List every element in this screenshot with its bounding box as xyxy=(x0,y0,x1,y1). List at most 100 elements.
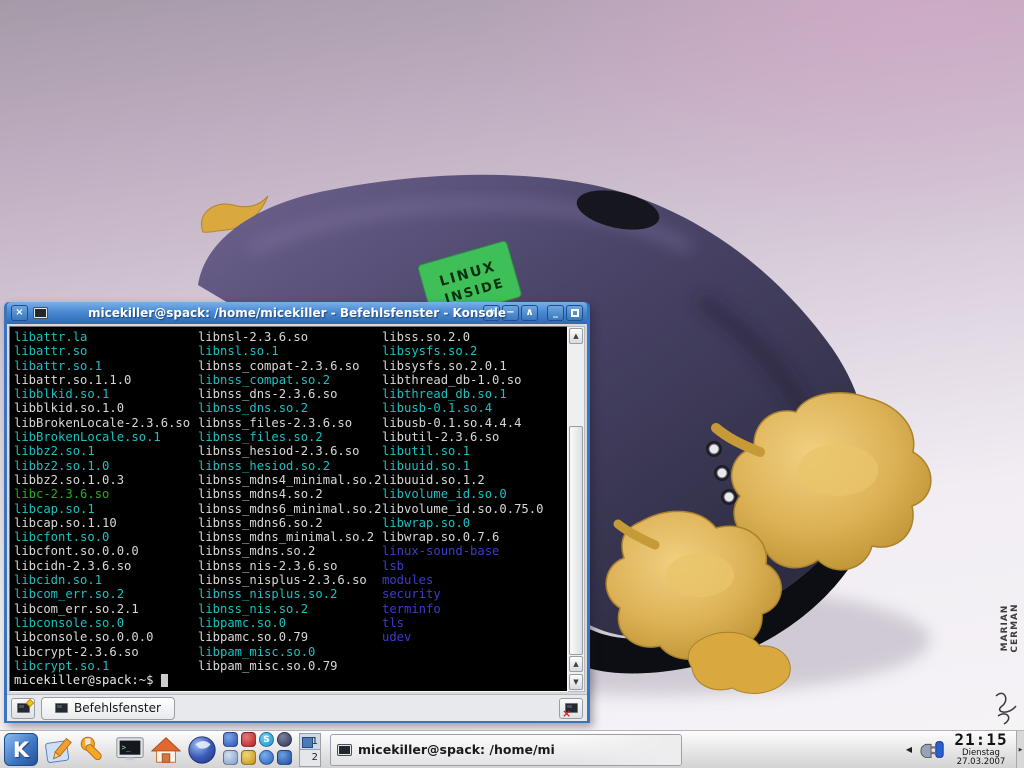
file-entry: libcrypt-2.3.6.so xyxy=(14,645,198,659)
file-entry: libbz2.so.1 xyxy=(14,444,198,458)
file-entry: libwrap.so.0 xyxy=(382,516,566,530)
file-entry: libnss_compat-2.3.6.so xyxy=(198,359,382,373)
pager-desktop-2[interactable]: 2 xyxy=(300,749,320,766)
file-entry: security xyxy=(382,587,566,601)
clock-date: 27.03.2007 xyxy=(957,758,1006,767)
task-monitor-icon xyxy=(337,744,352,756)
file-entry: libcidn.so.1 xyxy=(14,573,198,587)
file-entry: libcom_err.so.2 xyxy=(14,587,198,601)
kwrite-launcher[interactable] xyxy=(41,733,74,766)
file-entry: libcap.so.1.10 xyxy=(14,516,198,530)
task-label: micekiller@spack: /home/mi xyxy=(358,742,555,757)
file-entry: libnss_mdns4.so.2 xyxy=(198,487,382,501)
kmenu-button[interactable]: K xyxy=(4,733,38,766)
svg-text:>_: >_ xyxy=(121,743,131,752)
blue-face-icon[interactable] xyxy=(259,750,274,765)
file-entry: libnss_mdns6.so.2 xyxy=(198,516,382,530)
file-entry: libvolume_id.so.0.75.0 xyxy=(382,502,566,516)
close-button[interactable]: × xyxy=(11,305,28,321)
desktop-pager: 1 2 xyxy=(299,733,321,767)
file-entry: libcap.so.1 xyxy=(14,502,198,516)
tab-befehlsfenster[interactable]: Befehlsfenster xyxy=(41,697,175,720)
yellow-pencil-icon[interactable] xyxy=(241,750,256,765)
globe-icon xyxy=(186,734,218,766)
scroll-up-button-bottom[interactable]: ▲ xyxy=(569,656,583,672)
konqueror-launcher[interactable] xyxy=(185,733,218,766)
scroll-down-button[interactable]: ▼ xyxy=(569,674,583,690)
minimize-button[interactable]: _ xyxy=(547,305,564,321)
file-entry: libutil-2.3.6.so xyxy=(382,430,566,444)
file-entry: libthread_db.so.1 xyxy=(382,387,566,401)
terminal-cursor xyxy=(161,674,168,687)
file-entry: libnss_hesiod.so.2 xyxy=(198,459,382,473)
terminal-column-1: libattr.lalibattr.solibattr.so.1libattr.… xyxy=(14,330,198,691)
file-entry: libnss_hesiod-2.3.6.so xyxy=(198,444,382,458)
file-entry: libcfont.so.0.0.0 xyxy=(14,544,198,558)
terminal-scrollbar[interactable]: ▲ ▲ ▼ xyxy=(568,326,585,692)
clock-time: 21:15 xyxy=(954,732,1007,749)
konsole-app-icon xyxy=(33,307,48,319)
home-launcher[interactable] xyxy=(149,733,182,766)
tray-expand-arrow[interactable]: ◀ xyxy=(903,745,915,754)
file-entry: udev xyxy=(382,630,566,644)
file-entry: libconsole.so.0.0.0 xyxy=(14,630,198,644)
file-entry: libuuid.so.1.2 xyxy=(382,473,566,487)
maximize-button[interactable] xyxy=(566,305,583,321)
file-entry: libsysfs.so.2.0.1 xyxy=(382,359,566,373)
dark-globe-icon[interactable] xyxy=(277,732,292,747)
terminal-output[interactable]: libattr.lalibattr.solibattr.so.1libattr.… xyxy=(9,326,568,692)
file-entry: libbz2.so.1.0 xyxy=(14,459,198,473)
kopete-icon[interactable] xyxy=(223,732,238,747)
file-entry: libutil.so.1 xyxy=(382,444,566,458)
task-label-fade xyxy=(571,735,681,765)
file-entry: libnss_nis.so.2 xyxy=(198,602,382,616)
taskbar-clock[interactable]: 21:15 Dienstag 27.03.2007 xyxy=(949,732,1013,767)
scrollbar-thumb[interactable] xyxy=(569,426,583,655)
file-entry: libusb-0.1.so.4.4.4 xyxy=(382,416,566,430)
taskbar-entry-konsole[interactable]: micekiller@spack: /home/mi xyxy=(330,734,682,766)
keep-above-button[interactable]: ∧ xyxy=(521,305,538,321)
file-entry: libcidn-2.3.6.so xyxy=(14,559,198,573)
pager-desktop-1[interactable]: 1 xyxy=(300,734,320,750)
taskbar: K >_ xyxy=(0,730,1024,768)
file-entry: libcrypt.so.1 xyxy=(14,659,198,673)
panel-hide-button[interactable]: ▶ xyxy=(1016,731,1024,768)
file-entry: libblkid.so.1.0 xyxy=(14,401,198,415)
file-entry: libnss_mdns.so.2 xyxy=(198,544,382,558)
file-entry: libnsl.so.1 xyxy=(198,344,382,358)
konsole-window: × micekiller@spack: /home/micekiller - B… xyxy=(4,302,590,723)
shade-button[interactable]: − xyxy=(502,305,519,321)
tab-label: Befehlsfenster xyxy=(74,701,161,715)
file-entry: libnsl-2.3.6.so xyxy=(198,330,382,344)
scroll-up-button[interactable]: ▲ xyxy=(569,328,583,344)
wrench-icon xyxy=(79,735,109,765)
close-session-button[interactable]: × xyxy=(559,698,583,719)
scrollbar-track[interactable] xyxy=(569,345,583,655)
new-session-button[interactable] xyxy=(11,698,35,719)
settings-launcher[interactable] xyxy=(77,733,110,766)
window-titlebar[interactable]: × micekiller@spack: /home/micekiller - B… xyxy=(7,302,587,324)
splat-highlight-1 xyxy=(798,444,878,496)
file-entry: libblkid.so.1 xyxy=(14,387,198,401)
kwrite-icon xyxy=(43,735,73,765)
red-pencil-icon[interactable] xyxy=(241,732,256,747)
file-entry: libattr.so.1 xyxy=(14,359,198,373)
artist-signature: MARIAN CERMAN xyxy=(1000,583,1020,673)
terminal-column-2: libnsl-2.3.6.solibnsl.so.1libnss_compat-… xyxy=(198,330,382,691)
artist-scribble xyxy=(996,693,1016,724)
file-entry: libc-2.3.6.so xyxy=(14,487,198,501)
file-entry: tls xyxy=(382,616,566,630)
skype-icon[interactable]: S xyxy=(259,732,274,747)
kpowersave-tray-icon[interactable] xyxy=(918,737,946,763)
konsole-launcher[interactable]: >_ xyxy=(113,733,146,766)
shell-prompt: micekiller@spack:~$ xyxy=(14,673,198,687)
file-entry: libpam_misc.so.0 xyxy=(198,645,382,659)
file-entry: libuuid.so.1 xyxy=(382,459,566,473)
chat-group-icon[interactable] xyxy=(223,750,238,765)
file-entry: libusb-0.1.so.4 xyxy=(382,401,566,415)
file-entry: libattr.so.1.1.0 xyxy=(14,373,198,387)
gear-button[interactable]: ∗ xyxy=(483,305,500,321)
file-entry: terminfo xyxy=(382,602,566,616)
file-entry: libnss_nisplus-2.3.6.so xyxy=(198,573,382,587)
k-arrow-icon[interactable] xyxy=(277,750,292,765)
